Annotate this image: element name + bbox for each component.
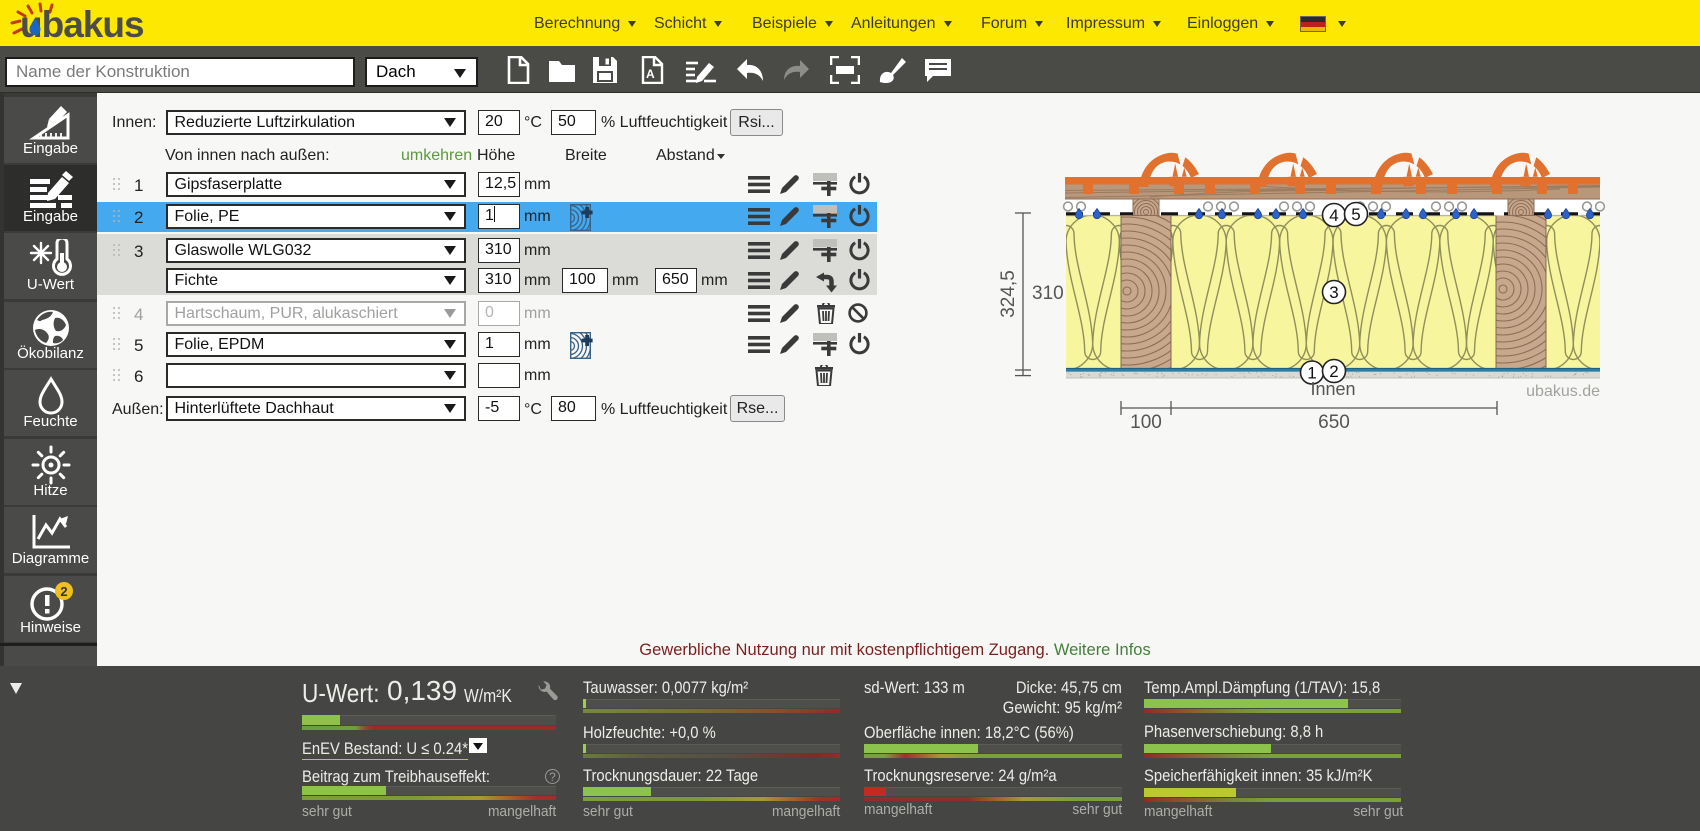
svg-text:650: 650	[1318, 412, 1350, 433]
svg-text:100: 100	[1130, 412, 1162, 433]
svg-text:4: 4	[1329, 206, 1338, 225]
svg-text:5: 5	[1351, 205, 1360, 224]
svg-text:ubakus.de: ubakus.de	[1526, 383, 1600, 400]
svg-text:A: A	[646, 67, 655, 81]
svg-text:Innen: Innen	[1310, 379, 1355, 399]
svg-text:3: 3	[1329, 283, 1338, 302]
svg-text:310: 310	[1032, 283, 1064, 304]
svg-text:2: 2	[60, 584, 67, 599]
svg-text:324,5: 324,5	[998, 270, 1019, 318]
